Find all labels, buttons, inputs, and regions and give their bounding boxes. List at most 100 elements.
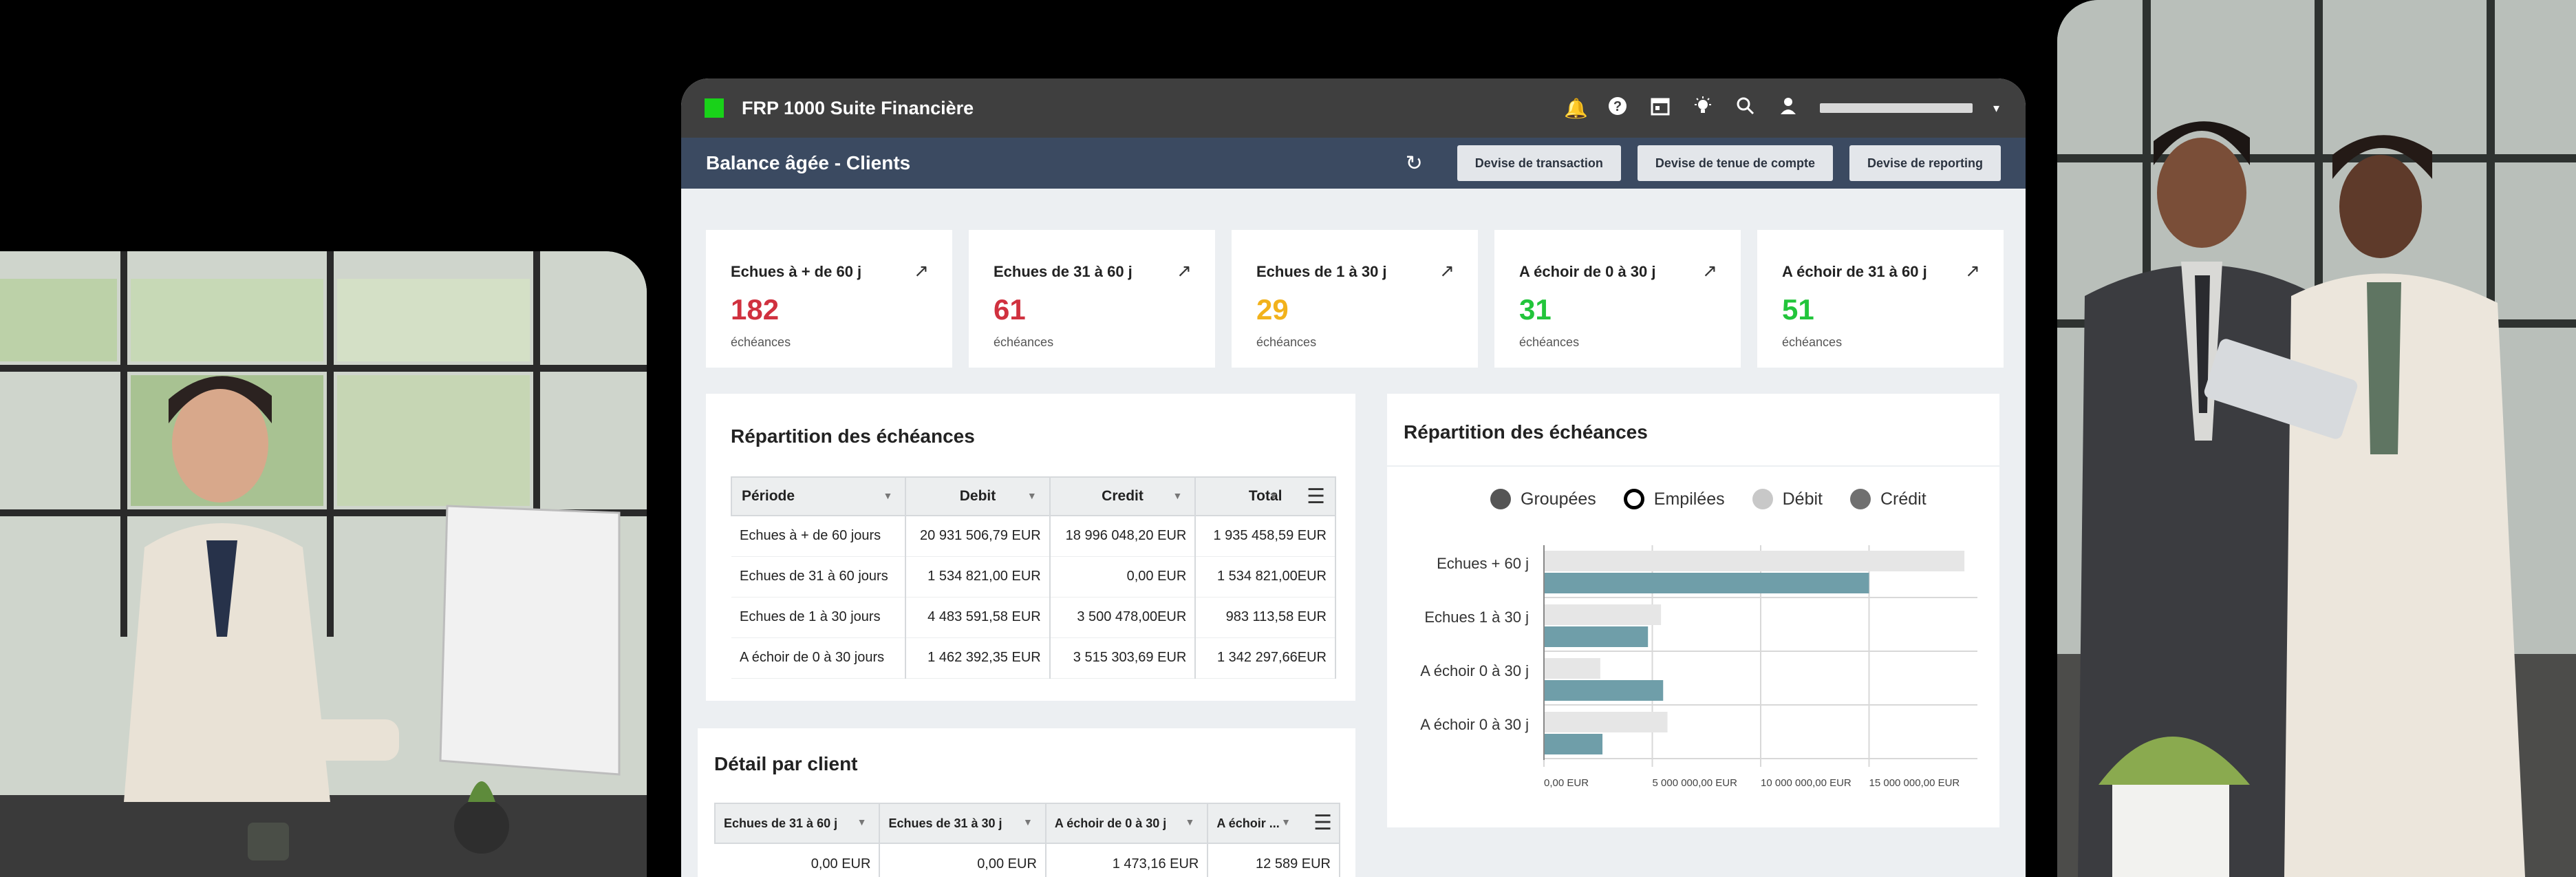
column-header[interactable]: Echues de 31 à 30 j ▼	[879, 803, 1046, 844]
page-title: Balance âgée - Clients	[706, 152, 911, 173]
account-currency-button[interactable]: Devise de tenue de compte	[1637, 145, 1833, 181]
bar	[1544, 658, 1600, 679]
user-name-bar[interactable]	[1819, 103, 1973, 113]
column-header-label: A échoir ...	[1216, 816, 1280, 830]
table-row[interactable]: Echues de 31 à 60 jours 1 534 821,00 EUR…	[731, 556, 1336, 598]
cell-credit: 18 996 048,20 EUR	[1049, 516, 1196, 557]
column-header[interactable]: Echues de 31 à 60 j ▼	[713, 803, 881, 844]
reporting-currency-button[interactable]: Devise de reporting	[1849, 145, 2001, 181]
column-menu-icon[interactable]: ☰	[1307, 485, 1325, 509]
bell-icon[interactable]: 🔔	[1564, 97, 1588, 120]
bar	[1544, 604, 1662, 625]
x-tick-label: 10 000 000,00 EUR	[1761, 777, 1852, 789]
kpi-card-due-0-30[interactable]: A échoir de 0 à 30 j ↗ 31 échéances	[1494, 230, 1741, 368]
cell-debit: 20 931 506,79 EUR	[905, 516, 1051, 557]
table-header-row: Période ▼ Debit ▼ Credit ▼ Total ▼ ☰	[730, 476, 1336, 516]
photo-woman-illustration	[0, 251, 647, 877]
cell-total: 1 935 458,59 EUR	[1195, 516, 1336, 557]
bar	[1544, 680, 1664, 701]
column-header[interactable]: A échoir ... ▼ ☰	[1207, 803, 1340, 844]
help-icon[interactable]: ?	[1607, 96, 1629, 120]
chart-title: Répartition des échéances	[1404, 421, 1648, 443]
chevron-down-icon[interactable]: ▾	[1993, 101, 1999, 116]
kpi-value: 31	[1519, 293, 1552, 326]
legend-item-groupees[interactable]: Groupées	[1490, 489, 1596, 509]
caret-down-icon[interactable]: ▼	[1269, 490, 1278, 501]
kpi-card-31-60[interactable]: Echues de 31 à 60 j ↗ 61 échéances	[969, 230, 1215, 368]
x-tick-label: 5 000 000,00 EUR	[1653, 777, 1738, 789]
kpi-value: 61	[994, 293, 1026, 326]
table-cell: 12 589 EUR	[1208, 843, 1340, 877]
column-header-label: Debit	[959, 488, 996, 504]
column-header-label: Echues de 31 à 60 j	[724, 816, 838, 830]
calendar-icon-glyph	[1651, 98, 1670, 115]
caret-down-icon[interactable]: ▼	[1023, 816, 1033, 827]
bar-chart: 0,00 EUR 5 000 000,00 EUR 10 000 000,00 EU…	[1420, 545, 1977, 789]
column-header-total[interactable]: Total ▼ ☰	[1194, 476, 1336, 516]
legend-label: Débit	[1782, 489, 1823, 509]
kpi-unit: échéances	[731, 335, 791, 349]
caret-down-icon[interactable]: ▼	[1185, 816, 1195, 827]
column-menu-icon[interactable]: ☰	[1313, 811, 1332, 835]
table-row[interactable]: Echues à + de 60 jours 20 931 506,79 EUR…	[731, 516, 1336, 557]
cell-total: 1 534 821,00EUR	[1195, 556, 1336, 598]
kpi-unit: échéances	[1519, 335, 1580, 349]
kpi-unit: échéances	[1782, 335, 1843, 349]
external-link-icon[interactable]: ↗	[1177, 260, 1192, 282]
legend-label: Crédit	[1880, 489, 1926, 509]
legend-item-empilees[interactable]: Empilées	[1623, 489, 1725, 509]
svg-text:?: ?	[1613, 99, 1622, 114]
caret-down-icon[interactable]: ▼	[1172, 490, 1182, 501]
external-link-icon[interactable]: ↗	[1439, 260, 1455, 282]
page-header: Balance âgée - Clients ↻ Devise de trans…	[681, 138, 2026, 189]
caret-down-icon[interactable]: ▼	[1281, 816, 1291, 827]
caret-down-icon[interactable]: ▼	[857, 816, 867, 827]
calendar-icon[interactable]	[1649, 96, 1671, 120]
caret-down-icon[interactable]: ▼	[1027, 490, 1037, 501]
refresh-icon[interactable]: ↻	[1406, 151, 1423, 176]
cell-total: 1 342 297,66EUR	[1195, 637, 1336, 679]
cell-credit: 0,00 EUR	[1049, 556, 1196, 598]
column-header-debit[interactable]: Debit ▼	[905, 476, 1051, 516]
lightbulb-icon[interactable]	[1692, 96, 1714, 120]
legend-item-debit[interactable]: Débit	[1752, 489, 1823, 509]
external-link-icon[interactable]: ↗	[1965, 260, 1980, 282]
caret-down-icon[interactable]: ▼	[883, 490, 892, 501]
kpi-value: 29	[1256, 293, 1289, 326]
kpi-title: Echues de 31 à 60 j	[994, 263, 1133, 280]
column-header[interactable]: A échoir de 0 à 30 j ▼	[1044, 803, 1209, 844]
search-icon[interactable]	[1735, 96, 1757, 120]
column-header-credit[interactable]: Credit ▼	[1049, 476, 1196, 516]
transaction-currency-button[interactable]: Devise de transaction	[1457, 145, 1621, 181]
external-link-icon[interactable]: ↗	[1702, 260, 1717, 282]
photo-woman-at-computer	[0, 251, 647, 877]
legend-swatch	[1490, 489, 1511, 509]
chart-legend: Groupées Empilées Débit Crédit	[1490, 489, 1926, 509]
kpi-title: A échoir de 31 à 60 j	[1782, 263, 1927, 280]
cell-credit: 3 515 303,69 EUR	[1049, 637, 1196, 679]
legend-label: Empilées	[1653, 489, 1725, 509]
user-icon[interactable]	[1777, 96, 1799, 120]
table-row[interactable]: Echues de 1 à 30 jours 4 483 591,58 EUR …	[731, 597, 1336, 638]
kpi-card-over-60[interactable]: Echues à + de 60 j ↗ 182 échéances	[706, 230, 952, 368]
legend-item-credit[interactable]: Crédit	[1850, 489, 1926, 509]
kpi-card-1-30[interactable]: Echues de 1 à 30 j ↗ 29 échéances	[1232, 230, 1478, 368]
cell-period: Echues à + de 60 jours	[731, 516, 907, 557]
lightbulb-icon-glyph	[1694, 96, 1711, 113]
kpi-card-due-31-60[interactable]: A échoir de 31 à 60 j ↗ 51 échéances	[1757, 230, 2004, 368]
column-header-label: Echues de 31 à 30 j	[888, 816, 1002, 830]
app-window: FRP 1000 Suite Financière 🔔 ? ▾ Balance …	[681, 78, 2026, 877]
table-row[interactable]: A échoir de 0 à 30 jours 1 462 392,35 EU…	[731, 637, 1336, 679]
help-icon-glyph: ?	[1608, 96, 1627, 115]
x-tick-label: 0,00 EUR	[1544, 777, 1589, 789]
kpi-unit: échéances	[994, 335, 1054, 349]
category-label: Echues 1 à 30 j	[1424, 609, 1529, 626]
kpi-value: 182	[731, 293, 780, 326]
table-row[interactable]: 0,00 EUR 0,00 EUR 1 473,16 EUR 12 589 EU…	[715, 843, 1340, 877]
category-label: A échoir 0 à 30 j	[1420, 662, 1529, 679]
photo-colleagues-illustration	[2057, 0, 2576, 877]
external-link-icon[interactable]: ↗	[914, 260, 929, 282]
cell-debit: 4 483 591,58 EUR	[905, 597, 1051, 638]
column-header-period[interactable]: Période ▼	[730, 476, 907, 516]
legend-swatch	[1850, 489, 1871, 509]
